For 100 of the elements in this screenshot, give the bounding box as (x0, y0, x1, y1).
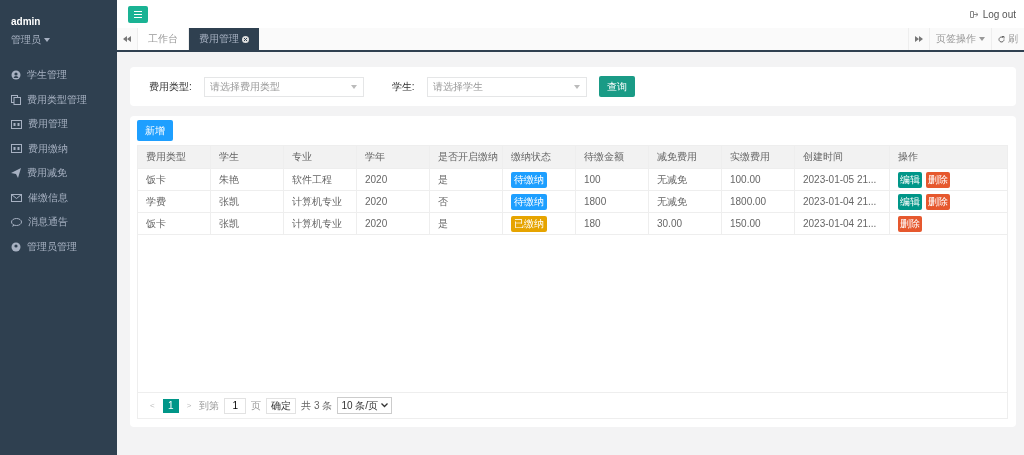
select-field[interactable]: 请选择学生 (426, 76, 587, 97)
column-header: 缴纳状态 (503, 146, 576, 168)
sidebar-item[interactable]: 催缴信息 (0, 185, 117, 210)
user-name: admin (11, 16, 42, 27)
confirm-button[interactable]: 确定 (266, 397, 297, 414)
delete-button[interactable]: 删除 (926, 193, 950, 210)
caret-icon (350, 84, 357, 89)
table-cell: 2023-01-05 21... (795, 169, 890, 190)
card-icon (11, 119, 22, 129)
table-cell: 是 (430, 213, 503, 234)
edit-button[interactable]: 编辑 (898, 171, 922, 188)
mail-icon (11, 193, 22, 202)
column-header: 学生 (211, 146, 284, 168)
column-header: 费用类型 (138, 146, 211, 168)
user-circle-icon (11, 241, 21, 252)
table-cell: 是 (430, 169, 503, 190)
sidebar-item[interactable]: 费用类型管理 (0, 87, 117, 112)
page-size-select[interactable]: 10 条/页 (337, 397, 393, 414)
goto-label: 到第 (199, 398, 220, 413)
filter-label: 学生: (391, 79, 415, 94)
table-cell: 1800 (576, 191, 649, 212)
table-cell: 无减免 (649, 169, 722, 190)
column-header: 减免费用 (649, 146, 722, 168)
table-cell: 饭卡 (138, 169, 211, 190)
sidebar-label: 管理员管理 (27, 239, 77, 254)
table-cell: 张凯 (211, 213, 284, 234)
sidebar-label: 费用管理 (28, 117, 68, 132)
table-cell: 饭卡 (138, 213, 211, 234)
page-input[interactable]: 1 (224, 397, 247, 414)
table-cell: 150.00 (722, 213, 795, 234)
table-cell: 100 (576, 169, 649, 190)
delete-button[interactable]: 删除 (898, 215, 922, 232)
sidebar-item[interactable]: 费用管理 (0, 112, 117, 137)
caret-icon (979, 37, 985, 41)
total-count: 共 3 条 (301, 398, 333, 413)
page-tab[interactable]: 工作台 (137, 28, 188, 50)
page-number-button[interactable]: 1 (162, 398, 179, 413)
menu-button[interactable] (128, 5, 148, 23)
table-cell: 计算机专业 (284, 191, 357, 212)
menu-icon (134, 10, 142, 18)
table-cell: 1800.00 (722, 191, 795, 212)
sidebar-label: 费用缴纳 (28, 141, 68, 156)
logout-link[interactable]: Log out (969, 8, 1016, 20)
filter-label: 费用类型: (149, 79, 192, 94)
column-header: 创建时间 (795, 146, 890, 168)
chevron-down-icon (381, 403, 389, 408)
status-badge: 已缴纳 (511, 215, 547, 232)
table-cell: 计算机专业 (284, 213, 357, 234)
table-cell: 否 (430, 191, 503, 212)
double-right-arrow-icon (915, 36, 923, 42)
close-icon[interactable] (242, 35, 249, 43)
chat-icon (11, 217, 22, 227)
card-icon (11, 144, 22, 154)
double-left-arrow-icon (123, 36, 131, 42)
caret-icon (44, 38, 50, 42)
sidebar-item[interactable]: 费用缴纳 (0, 136, 117, 161)
refresh-button[interactable]: 刷 (991, 28, 1024, 50)
table-cell: 30.00 (649, 213, 722, 234)
table-cell: 2020 (357, 213, 430, 234)
table-cell: 2023-01-04 21... (795, 213, 890, 234)
edit-button[interactable]: 编辑 (898, 193, 922, 210)
table-cell: 无减免 (649, 191, 722, 212)
table-cell: 朱艳 (211, 169, 284, 190)
delete-button[interactable]: 删除 (926, 171, 950, 188)
status-badge: 待缴纳 (511, 171, 547, 188)
sidebar-item[interactable]: 消息通告 (0, 210, 117, 235)
copy-icon (11, 94, 21, 105)
table-cell: 2023-01-04 21... (795, 191, 890, 212)
column-header: 操作 (897, 150, 919, 164)
sidebar-item[interactable]: 管理员管理 (0, 234, 117, 259)
select-field[interactable]: 请选择费用类型 (203, 76, 364, 97)
page-unit-label: 页 (251, 398, 262, 413)
sidebar-label: 费用减免 (27, 166, 67, 181)
column-header: 专业 (284, 146, 357, 168)
page-tab[interactable]: 费用管理 (188, 28, 259, 50)
table-cell: 软件工程 (284, 169, 357, 190)
user-icon (11, 70, 21, 81)
query-button[interactable]: 查询 (598, 76, 635, 97)
refresh-icon (998, 35, 1005, 43)
table-cell: 2020 (357, 169, 430, 190)
table-cell: 180 (576, 213, 649, 234)
role-dropdown[interactable]: 管理员 (11, 33, 50, 47)
sidebar-item[interactable]: 费用减免 (0, 161, 117, 186)
column-header: 实缴费用 (722, 146, 795, 168)
table-cell: 100.00 (722, 169, 795, 190)
table-cell: 2020 (357, 191, 430, 212)
logout-icon (969, 10, 978, 18)
sidebar-label: 学生管理 (27, 68, 67, 83)
caret-icon (573, 84, 580, 89)
paper-plane-icon (11, 168, 21, 179)
sidebar-label: 消息通告 (28, 215, 68, 230)
table-cell: 张凯 (211, 191, 284, 212)
tab-options-dropdown[interactable]: 页签操作 (929, 28, 991, 50)
column-header: 待缴金额 (576, 146, 649, 168)
sidebar-label: 催缴信息 (28, 190, 68, 205)
add-button[interactable]: 新增 (137, 120, 173, 141)
status-badge: 待缴纳 (511, 193, 547, 210)
sidebar-label: 费用类型管理 (27, 92, 87, 107)
table-cell: 学费 (138, 191, 211, 212)
sidebar-item[interactable]: 学生管理 (0, 63, 117, 88)
